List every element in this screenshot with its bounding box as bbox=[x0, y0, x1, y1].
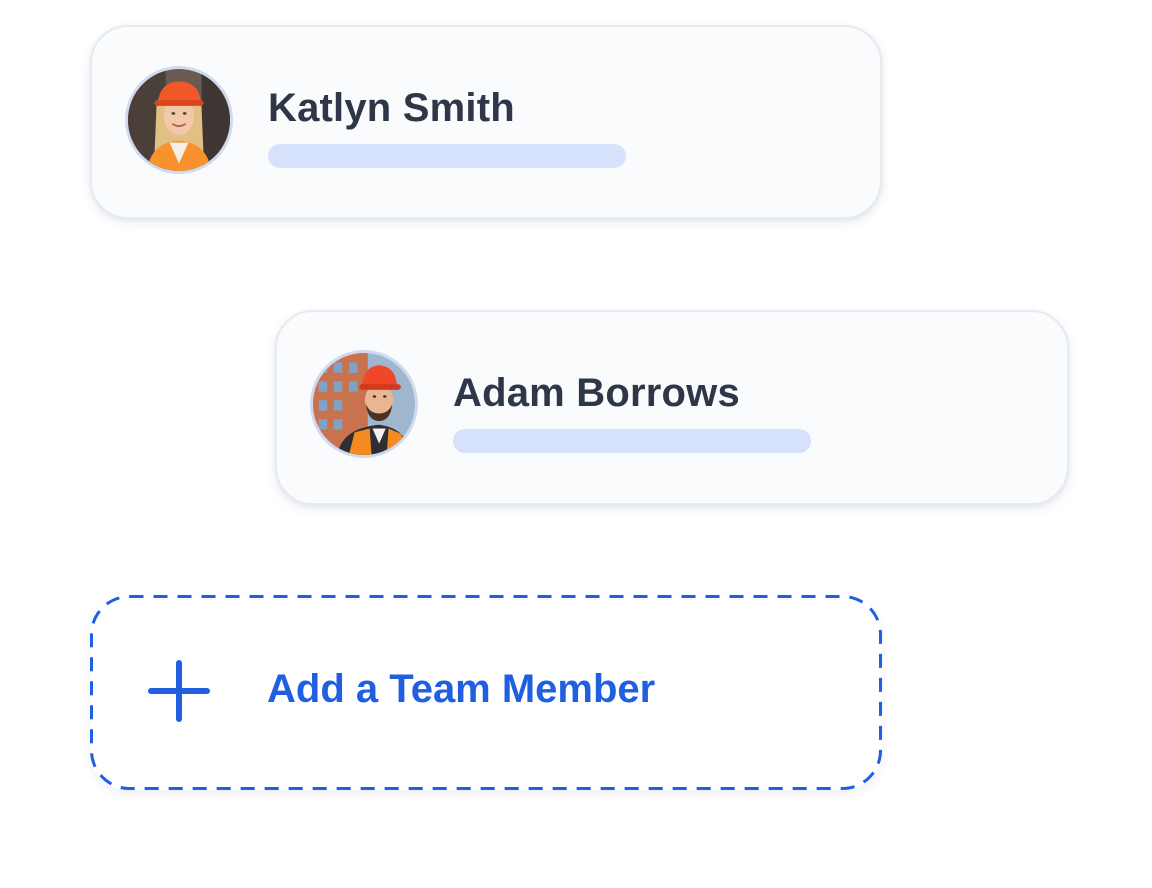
worker-avatar-icon bbox=[125, 66, 233, 174]
member-card[interactable]: Katlyn Smith bbox=[90, 25, 882, 219]
member-name: Adam Borrows bbox=[453, 371, 740, 415]
worker-avatar-icon bbox=[310, 350, 418, 458]
add-team-member-label: Add a Team Member bbox=[267, 667, 656, 711]
member-name: Katlyn Smith bbox=[268, 86, 515, 130]
member-role-placeholder bbox=[268, 144, 626, 168]
plus-icon bbox=[148, 660, 210, 722]
add-team-member-button[interactable]: Add a Team Member bbox=[90, 595, 882, 790]
member-card[interactable]: Adam Borrows bbox=[275, 310, 1069, 505]
member-role-placeholder bbox=[453, 429, 811, 453]
